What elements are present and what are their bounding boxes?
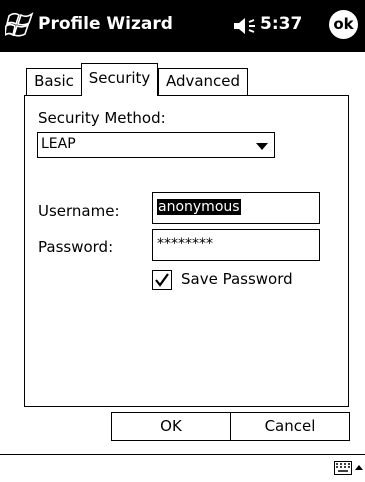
security-method-select[interactable]: LEAP bbox=[37, 132, 275, 158]
username-field[interactable]: anonymous bbox=[152, 192, 320, 224]
ok-button[interactable]: OK bbox=[111, 412, 231, 441]
clock[interactable]: 5:37 bbox=[260, 14, 302, 34]
tab-basic[interactable]: Basic bbox=[26, 68, 82, 95]
checkmark-icon bbox=[155, 273, 169, 287]
username-label: Username: bbox=[38, 202, 120, 220]
app-title: Profile Wizard bbox=[38, 14, 173, 34]
save-password-label[interactable]: Save Password bbox=[181, 270, 293, 288]
tab-security[interactable]: Security bbox=[81, 63, 158, 96]
save-password-checkbox[interactable] bbox=[152, 270, 172, 290]
security-method-label: Security Method: bbox=[38, 109, 166, 127]
title-bar: Profile Wizard 5:37 ok bbox=[0, 0, 365, 52]
password-field[interactable]: ******** bbox=[152, 229, 320, 261]
speaker-icon[interactable] bbox=[232, 16, 258, 36]
windows-start-icon[interactable] bbox=[5, 10, 35, 38]
password-label: Password: bbox=[38, 238, 114, 256]
keyboard-icon[interactable] bbox=[334, 461, 352, 475]
security-method-value: LEAP bbox=[41, 136, 76, 152]
sip-arrow-icon[interactable] bbox=[355, 465, 363, 470]
tab-advanced[interactable]: Advanced bbox=[158, 68, 248, 95]
dropdown-arrow-icon bbox=[256, 143, 268, 150]
ok-close-button[interactable]: ok bbox=[329, 10, 358, 39]
username-value: anonymous bbox=[157, 199, 241, 215]
cancel-button[interactable]: Cancel bbox=[230, 412, 350, 441]
menu-bar bbox=[0, 454, 365, 482]
password-value: ******** bbox=[157, 236, 213, 252]
